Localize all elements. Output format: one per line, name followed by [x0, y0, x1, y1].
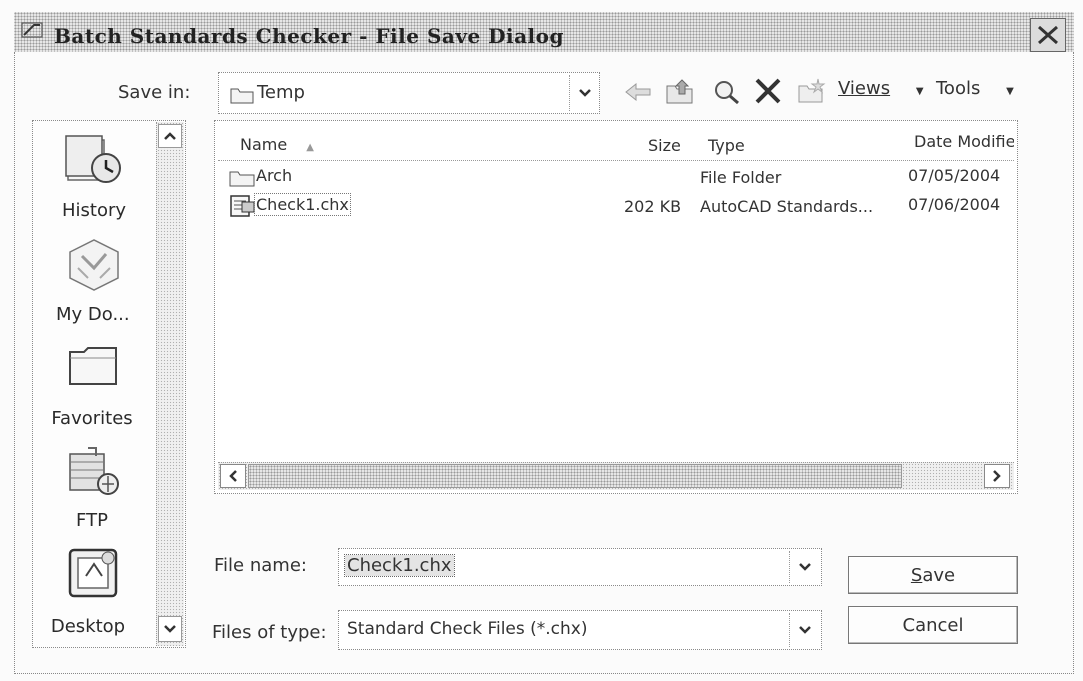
desktop-icon [64, 544, 124, 602]
save-mnemonic: S [910, 564, 923, 586]
chevron-down-icon[interactable] [569, 75, 599, 111]
folder-icon [229, 83, 255, 105]
chx-file-icon [228, 194, 256, 218]
header-divider [218, 160, 1014, 161]
column-header-type[interactable]: Type [708, 136, 745, 155]
search-web-icon[interactable] [712, 78, 742, 106]
file-name-value: Check1.chx [344, 554, 455, 577]
place-label: Favorites [51, 408, 133, 429]
place-desktop[interactable]: Desktop [34, 544, 154, 644]
chevron-up-icon [164, 132, 176, 140]
history-icon [62, 132, 126, 188]
ftp-icon [62, 444, 126, 500]
table-row[interactable]: Check1.chx 202 KB AutoCAD Standards... 0… [222, 193, 1014, 219]
places-scrollbar[interactable] [156, 122, 184, 646]
table-row[interactable]: Arch File Folder 07/05/2004 [222, 164, 1014, 190]
places-scroll-down[interactable] [158, 616, 182, 642]
views-menu[interactable]: Views ▼ [838, 78, 924, 99]
close-button[interactable] [1030, 18, 1066, 52]
file-type-value: Standard Check Files (*.chx) [347, 619, 588, 639]
file-name-history-dropdown[interactable] [789, 551, 819, 583]
place-label: FTP [76, 510, 108, 531]
my-documents-icon [64, 234, 124, 292]
cancel-button[interactable]: Cancel [848, 606, 1018, 644]
save-in-dropdown[interactable]: Temp [218, 72, 600, 114]
file-date: 07/05/2004 [908, 166, 1001, 185]
file-size: 202 KB [624, 197, 682, 216]
sort-ascending-icon: ▲ [306, 142, 314, 153]
back-icon[interactable] [622, 78, 654, 106]
file-name: Check1.chx [254, 193, 351, 216]
column-header-name[interactable]: Name ▲ [240, 135, 314, 154]
file-date: 07/06/2004 [908, 195, 1001, 214]
column-header-size[interactable]: Size [648, 136, 681, 155]
close-icon [1038, 25, 1058, 45]
up-folder-icon[interactable] [664, 76, 696, 106]
save-label: ave [922, 564, 956, 586]
place-history[interactable]: History [34, 128, 154, 224]
chevron-down-icon [798, 563, 811, 571]
chevron-down-icon [798, 626, 811, 634]
app-icon [20, 20, 46, 40]
scroll-right-button[interactable] [984, 464, 1010, 488]
file-name-label: File name: [214, 555, 307, 576]
column-header-date[interactable]: Date Modifie [914, 132, 1014, 151]
file-type: File Folder [700, 168, 782, 187]
place-ftp[interactable]: FTP [34, 442, 154, 538]
views-label: Views [838, 78, 891, 99]
tools-menu[interactable]: Tools ▼ [936, 78, 1014, 99]
views-dropdown-icon: ▼ [915, 86, 924, 97]
chevron-left-icon [229, 470, 237, 482]
window-title: Batch Standards Checker - File Save Dial… [54, 24, 564, 48]
tools-dropdown-icon: ▼ [1006, 86, 1014, 97]
chevron-down-icon [164, 625, 176, 633]
place-label: Desktop [50, 616, 126, 637]
place-favorites[interactable]: Favorites [34, 338, 154, 434]
places-scroll-up[interactable] [158, 124, 182, 148]
chevron-right-icon [993, 470, 1001, 482]
place-label: History [61, 200, 127, 221]
save-in-value: Temp [257, 82, 305, 103]
favorites-folder-icon [66, 342, 122, 390]
file-name-input[interactable]: Check1.chx [338, 548, 822, 586]
new-folder-icon[interactable] [796, 76, 828, 106]
file-type-label: Files of type: [212, 622, 327, 643]
cancel-label: Cancel [902, 614, 964, 636]
scroll-left-button[interactable] [220, 464, 246, 488]
tools-label: Tools [936, 78, 981, 99]
file-type: AutoCAD Standards... [700, 197, 874, 216]
file-name: Arch [256, 166, 293, 185]
file-type-select[interactable]: Standard Check Files (*.chx) [338, 610, 822, 650]
save-button[interactable]: Save [848, 556, 1018, 594]
save-in-label: Save in: [118, 82, 191, 103]
folder-icon [228, 166, 256, 188]
delete-icon[interactable] [752, 76, 784, 106]
place-label: My Do... [56, 304, 130, 325]
place-my-documents[interactable]: My Do... [34, 232, 154, 328]
scroll-thumb[interactable] [248, 464, 902, 488]
file-type-dropdown[interactable] [789, 613, 819, 647]
